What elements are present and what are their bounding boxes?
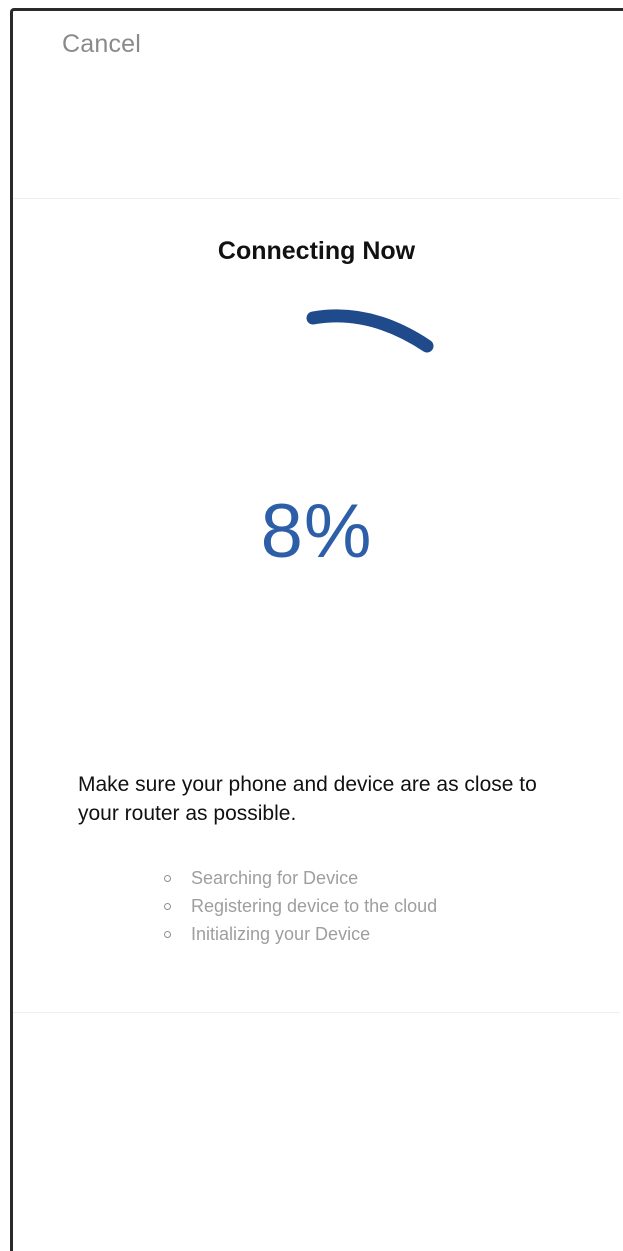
step-item: Searching for Device [162, 864, 437, 892]
step-item: Initializing your Device [162, 920, 437, 948]
circle-bullet-icon [164, 902, 171, 910]
cancel-button[interactable]: Cancel [62, 30, 141, 59]
header-divider [13, 198, 620, 199]
step-label: Searching for Device [191, 867, 359, 888]
page-title: Connecting Now [217, 237, 416, 265]
circle-bullet-icon [164, 930, 171, 938]
app-frame [10, 8, 623, 1251]
progress-percent: 8% [260, 489, 373, 574]
step-label: Registering device to the cloud [191, 895, 438, 916]
step-item: Registering device to the cloud [162, 892, 437, 920]
circle-bullet-icon [164, 874, 171, 882]
connection-tip: Make sure your phone and device are as c… [78, 773, 537, 825]
connection-steps-list: Searching for Device Registering device … [162, 864, 437, 948]
step-label: Initializing your Device [191, 923, 371, 944]
loading-spinner-icon [306, 309, 434, 353]
footer-divider [13, 1012, 620, 1013]
